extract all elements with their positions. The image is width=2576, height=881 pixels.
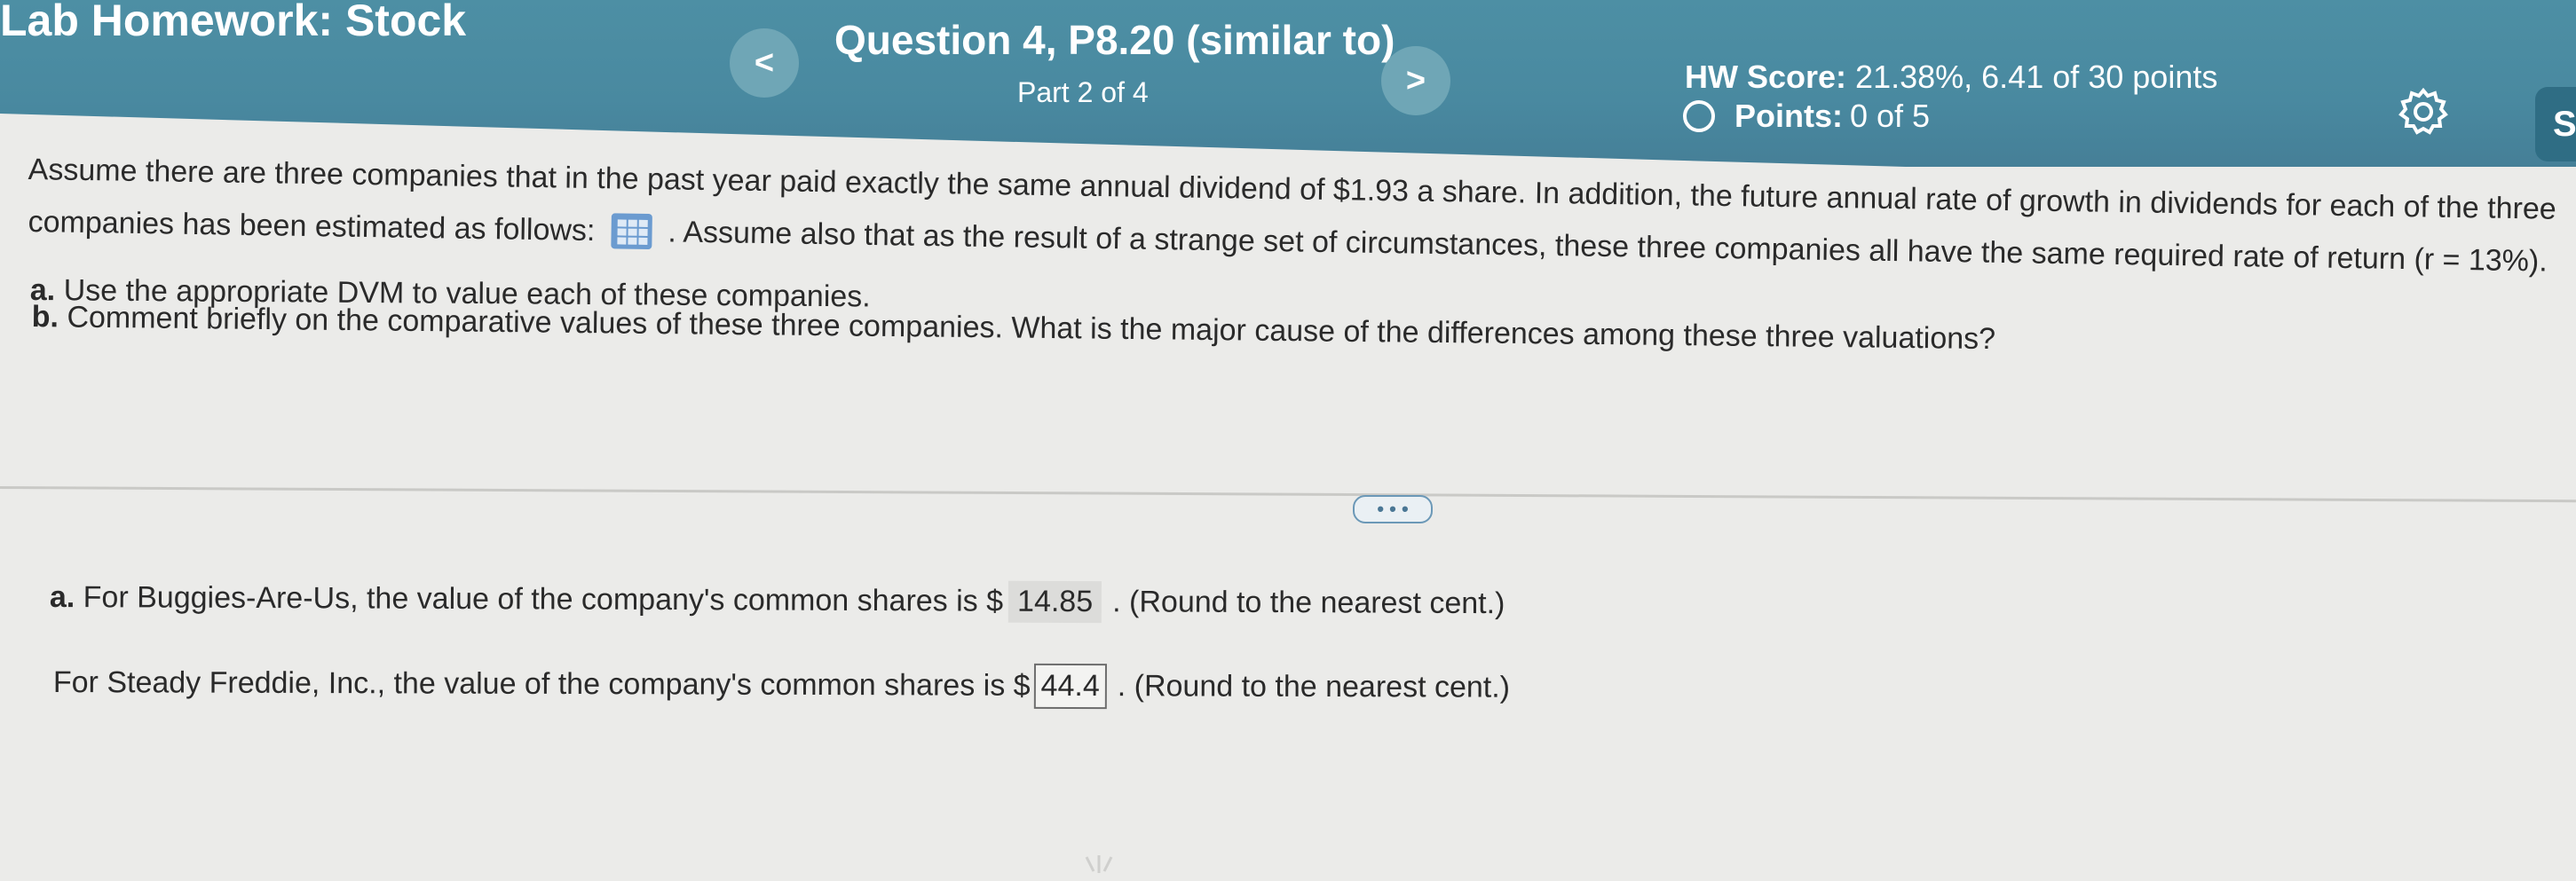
- gear-icon[interactable]: [2397, 85, 2450, 138]
- hw-score-value: 21.38%, 6.41 of 30 points: [1855, 59, 2218, 95]
- hw-score-label: HW Score:: [1685, 59, 1847, 95]
- chevron-left-icon: <: [754, 43, 775, 82]
- next-question-button[interactable]: >: [1381, 46, 1450, 115]
- answer-b-text: For Steady Freddie, Inc., the value of t…: [52, 665, 1031, 703]
- homework-title: Lab Homework: Stock: [0, 0, 467, 45]
- steady-freddie-value-input[interactable]: 44.4: [1033, 663, 1107, 710]
- question-line-2-start: companies has been estimated as follows:: [28, 204, 596, 248]
- more-button[interactable]: • • •: [1353, 495, 1433, 523]
- question-title: Question 4, P8.20 (similar to): [834, 17, 1395, 63]
- points-value: 0 of 5: [1850, 98, 1931, 134]
- mouse-cursor-icon: [1081, 853, 1117, 877]
- part-b-label: b.: [31, 300, 59, 334]
- previous-question-button[interactable]: <: [730, 28, 799, 98]
- hw-score: HW Score: 21.38%, 6.41 of 30 points: [1685, 59, 2217, 96]
- profile-button[interactable]: S: [2535, 87, 2576, 161]
- answer-a-label: a.: [49, 579, 75, 615]
- part-b-text: Comment briefly on the comparative value…: [67, 300, 1996, 357]
- answer-row-steady-freddie: For Steady Freddie, Inc., the value of t…: [53, 660, 1510, 711]
- data-table-icon[interactable]: [611, 213, 652, 250]
- points-status: Points: 0 of 5: [1683, 98, 1930, 135]
- profile-initial: S: [2553, 104, 2576, 144]
- buggies-value-answer: 14.85: [1007, 580, 1102, 624]
- answer-row-buggies: a. For Buggies-Are-Us, the value of the …: [50, 577, 1505, 625]
- question-part: Part 2 of 4: [1017, 76, 1149, 108]
- answer-a-note: . (Round to the nearest cent.): [1112, 585, 1505, 621]
- question-part-b: b. Comment briefly on the comparative va…: [32, 300, 1996, 357]
- points-circle-icon: [1683, 100, 1715, 132]
- points-label: Points:: [1734, 98, 1843, 134]
- answer-a-text: For Buggies-Are-Us, the value of the com…: [83, 580, 1004, 618]
- answer-b-note: . (Round to the nearest cent.): [1117, 669, 1511, 704]
- chevron-right-icon: >: [1405, 61, 1426, 99]
- section-divider: [0, 486, 2576, 503]
